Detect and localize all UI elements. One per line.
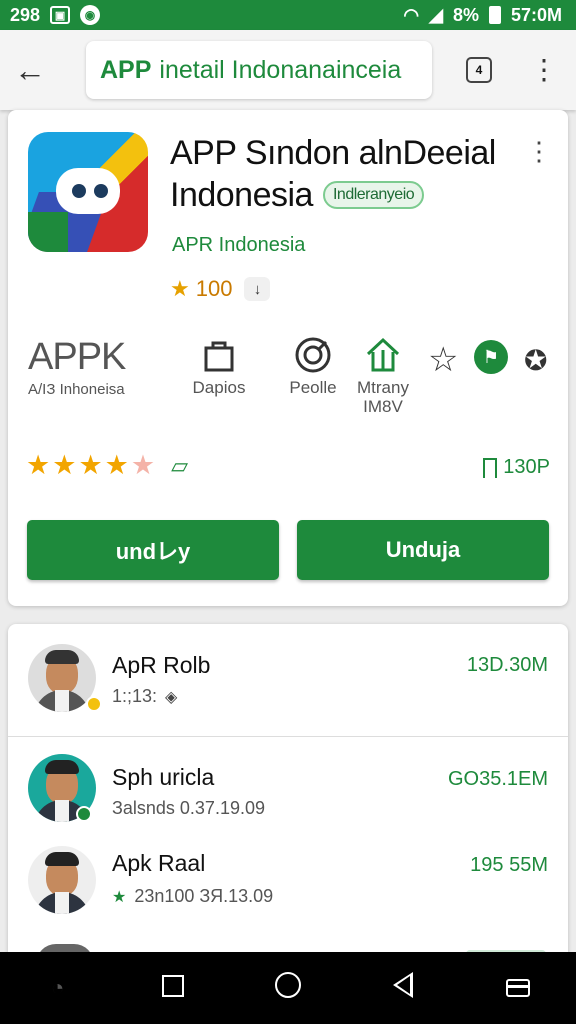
category-badge: Indleranyeio <box>322 181 425 209</box>
related-list-card: ApR Rolb 1:;13: ◈ 13D.30M Sph uricla Зal… <box>8 624 568 964</box>
home-icon <box>338 332 428 378</box>
item-size: 195 55M <box>470 854 548 876</box>
apk-info: APPK A/ІЗ Іnhoneіsa <box>28 336 126 398</box>
tabs-button[interactable]: 4 <box>466 57 492 83</box>
item-subtitle: ★ 23n100 ЗЯ.13.09 <box>112 886 273 907</box>
app-title-line2: Indonesia <box>170 176 313 214</box>
star-rating[interactable]: ★ ★ ★ ★ ★ ▱ <box>26 450 188 481</box>
item-subtitle: 1:;13: ◈ <box>112 686 177 707</box>
status-left: 298 ▣ ◉ <box>10 4 101 26</box>
star-full-icon: ★ <box>104 450 129 480</box>
app-detail-card: APP Sındon alnDeeial Indonesia Indlerany… <box>8 110 568 606</box>
rating-summary: ★ 100 ↓ <box>170 276 271 302</box>
list-item[interactable]: Sph uricla Зalsnds 0.37.19.09 GO35.1EM <box>8 742 568 850</box>
app-title: APP Sındon alnDeeial Indonesia Indlerany… <box>170 132 510 216</box>
gallery-icon: ▣ <box>50 6 71 24</box>
home-circle-icon[interactable] <box>264 971 312 1005</box>
developer-link[interactable]: APR Indonesia <box>172 234 305 257</box>
status-dot-icon <box>86 696 102 712</box>
assistant-icon[interactable]: ◔ <box>34 975 82 1001</box>
meta-row: APPK A/ІЗ Іnhoneіsa Dapios Peolle Mtrany… <box>8 332 568 432</box>
download-icon[interactable]: ↓ <box>244 277 271 301</box>
battery-percent: 8% <box>452 4 479 25</box>
star-full-icon: ★ <box>78 450 103 480</box>
item-name: Sph uricla <box>112 764 215 790</box>
list-item[interactable]: Apk Raal ★ 23n100 ЗЯ.13.09 195 55M <box>8 846 568 954</box>
apk-logo: APPK <box>28 336 126 378</box>
badge-star-icon[interactable]: ✪ <box>524 344 547 377</box>
favorite-star-icon[interactable]: ☆ <box>428 340 458 380</box>
meta-label-library-1: Mtrany <box>357 378 409 397</box>
navigation-bar: ◔ <box>0 952 576 1024</box>
overview-square-icon[interactable] <box>149 972 197 1004</box>
back-triangle-icon[interactable] <box>379 971 427 1005</box>
rating-value: 100 <box>195 276 233 301</box>
star-icon: ★ <box>112 888 127 906</box>
back-arrow-icon[interactable]: ← <box>14 52 62 89</box>
bookmark-count[interactable]: 130P <box>483 456 550 479</box>
browser-toolbar: ← APP inetail Indonanainceia 4 ⋮ <box>0 30 576 110</box>
status-left-text: 298 <box>10 4 41 25</box>
list-item[interactable]: ApR Rolb 1:;13: ◈ 13D.30M <box>8 624 568 732</box>
wifi-icon: ◠ <box>403 4 420 25</box>
notification-icon: ◉ <box>80 5 101 25</box>
signal-icon: ◢ <box>429 4 443 25</box>
url-text: inetail Indonanainceia <box>159 55 402 84</box>
bookmark-count-value: 130P <box>503 456 550 478</box>
flag-icon[interactable]: ⚑ <box>474 340 508 374</box>
meta-label-apps: Dapios <box>192 378 246 397</box>
more-options-icon[interactable]: ⋮ <box>526 138 552 164</box>
item-sub-text: 1:;13: <box>112 686 158 706</box>
document-icon[interactable]: ▱ <box>171 453 188 479</box>
star-full-icon: ★ <box>26 450 51 480</box>
battery-icon <box>488 6 501 24</box>
item-sub-text: 23n100 ЗЯ.13.09 <box>134 886 274 906</box>
avatar <box>28 846 96 914</box>
apk-caption: A/ІЗ Іnhoneіsa <box>28 381 125 398</box>
bookmark-icon <box>483 457 498 478</box>
item-name: ApR Rolb <box>112 652 211 678</box>
app-icon[interactable] <box>28 132 148 252</box>
url-bar[interactable]: APP inetail Indonanainceia <box>86 41 432 99</box>
star-full-icon: ★ <box>52 450 77 480</box>
app-title-line1: APP Sındon alnDeeial <box>170 134 496 172</box>
verified-dot-icon <box>76 806 92 822</box>
star-icon: ★ <box>170 276 190 301</box>
overflow-menu-icon[interactable]: ⋮ <box>530 56 558 84</box>
meta-item-apps[interactable]: Dapios <box>174 332 264 397</box>
status-bar: 298 ▣ ◉ ◠ ◢ 8% 57:0M <box>0 0 576 30</box>
star-half-icon: ★ <box>130 450 156 480</box>
status-time: 57:0M <box>510 4 562 25</box>
item-subtitle: Зalsnds 0.37.19.09 <box>112 798 265 818</box>
shield-icon: ◈ <box>165 688 178 706</box>
shopping-bag-icon <box>174 332 264 378</box>
download-button[interactable]: Unduja <box>297 520 549 580</box>
item-size: 13D.30M <box>466 654 548 676</box>
install-button-left[interactable]: undレy <box>27 520 279 580</box>
meta-item-library[interactable]: Mtrany IМ8V <box>338 332 428 416</box>
item-name: Apk Raal <box>112 850 206 876</box>
meta-label-library-2: IМ8V <box>363 397 403 416</box>
item-size: GO35.1EM <box>447 768 548 790</box>
divider <box>8 736 568 737</box>
status-right: ◠ ◢ 8% 57:0M <box>403 5 562 26</box>
recent-apps-icon[interactable] <box>494 972 542 1004</box>
url-app-text: APP <box>100 55 152 84</box>
